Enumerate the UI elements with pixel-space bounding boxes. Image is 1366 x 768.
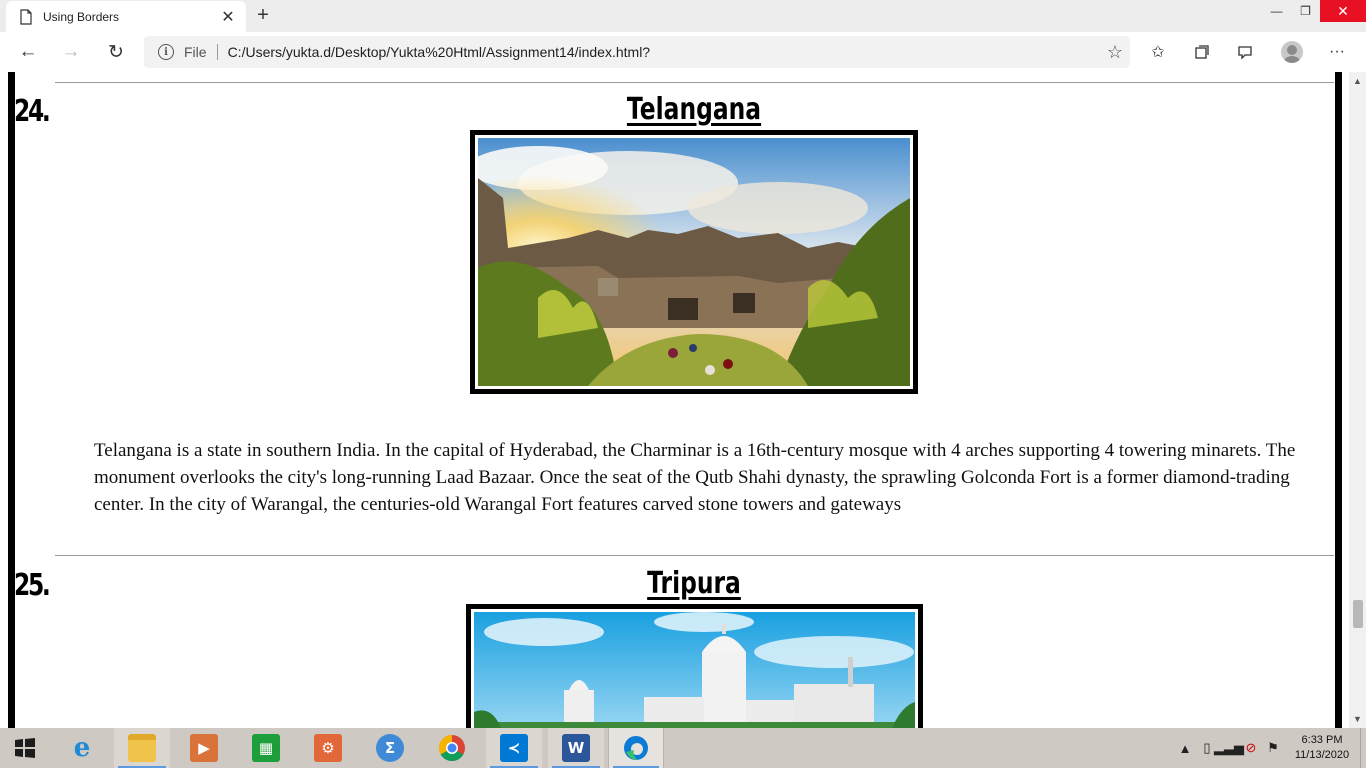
state-description: Telangana is a state in southern India. … xyxy=(94,440,1296,515)
info-icon[interactable]: i xyxy=(158,44,174,60)
action-center-flag-icon[interactable]: ⚑ xyxy=(1262,728,1284,768)
minimize-button[interactable]: — xyxy=(1262,0,1291,22)
volume-muted-icon[interactable]: ⊘ xyxy=(1240,728,1262,768)
media-icon: ▶ xyxy=(190,734,218,762)
page-scrollbar[interactable]: ▲ ▼ xyxy=(1349,72,1366,728)
back-arrow-icon[interactable]: ← xyxy=(12,36,44,68)
office-tools-app[interactable]: ⚙ xyxy=(300,728,356,768)
state-title: Telangana xyxy=(626,92,762,127)
edge-app[interactable] xyxy=(608,728,664,768)
more-icon[interactable]: ··· xyxy=(1321,36,1353,68)
browser-titlebar: Using Borders ✕ + — ❐ ✕ xyxy=(0,0,1366,32)
clock-time: 6:33 PM xyxy=(1301,734,1343,746)
vscode-icon: ≺ xyxy=(500,734,528,762)
avatar xyxy=(1281,41,1303,63)
white-palace-photo xyxy=(474,612,915,728)
state-title: Tripura xyxy=(647,566,741,601)
chrome-app[interactable] xyxy=(424,728,480,768)
collections-icon[interactable] xyxy=(1186,36,1218,68)
window-controls: — ❐ ✕ xyxy=(1262,0,1366,22)
network-icon[interactable]: ▂▃▅ xyxy=(1214,728,1244,768)
item-number: 25. xyxy=(14,568,51,603)
office-tools-icon: ⚙ xyxy=(314,734,342,762)
windows-taskbar: e ▶ ▦ ⚙ Σ ≺ W ▲ ▯ ▂▃▅ ⊘ ⚑ 6:33 PM 11/13/… xyxy=(0,728,1366,768)
clock-date: 11/13/2020 xyxy=(1294,749,1350,761)
tab-close-icon[interactable]: ✕ xyxy=(216,5,240,29)
refresh-icon[interactable]: ↻ xyxy=(100,36,132,68)
page-viewport: 24. Telangana Telangana is a state in so… xyxy=(0,72,1349,728)
internet-explorer-icon: e xyxy=(73,733,91,763)
fort-sunset-photo xyxy=(478,138,910,386)
word-app[interactable]: W xyxy=(548,728,604,768)
math-input-icon: Σ xyxy=(376,734,404,762)
start-button[interactable] xyxy=(0,728,50,768)
edge-icon xyxy=(624,736,648,760)
favorite-star-icon[interactable]: ☆ xyxy=(1100,42,1130,63)
store-app[interactable]: ▦ xyxy=(238,728,294,768)
show-desktop-button[interactable] xyxy=(1360,728,1366,768)
folder-icon xyxy=(128,734,156,762)
internet-explorer-app[interactable]: e xyxy=(54,728,110,768)
scrollbar-thumb[interactable] xyxy=(1353,600,1363,628)
feedback-icon[interactable] xyxy=(1229,36,1261,68)
palace-photo-frame xyxy=(466,604,923,728)
vscode-app[interactable]: ≺ xyxy=(486,728,542,768)
section-divider xyxy=(55,82,1334,83)
system-clock[interactable]: 6:33 PM 11/13/2020 xyxy=(1284,733,1360,763)
favorites-icon[interactable]: ✩ xyxy=(1142,36,1174,68)
tab-title: Using Borders xyxy=(43,9,120,24)
address-separator xyxy=(216,44,218,60)
browser-tab[interactable]: Using Borders ✕ xyxy=(6,1,246,32)
file-explorer-app[interactable] xyxy=(114,728,170,768)
scroll-down-icon[interactable]: ▼ xyxy=(1349,712,1366,726)
system-tray: ▲ ▯ ▂▃▅ ⊘ ⚑ 6:33 PM 11/13/2020 xyxy=(1174,728,1366,768)
media-app[interactable]: ▶ xyxy=(176,728,232,768)
profile-icon[interactable] xyxy=(1276,36,1308,68)
scheme-label: File xyxy=(184,44,207,60)
close-window-button[interactable]: ✕ xyxy=(1320,0,1366,22)
restore-button[interactable]: ❐ xyxy=(1291,0,1320,22)
fort-photo-frame xyxy=(470,130,918,394)
browser-toolbar: ← → ↻ i File C:/Users/yukta.d/Desktop/Yu… xyxy=(0,32,1366,72)
word-icon: W xyxy=(562,734,590,762)
address-bar[interactable]: i File C:/Users/yukta.d/Desktop/Yukta%20… xyxy=(144,36,1130,68)
section-divider xyxy=(55,555,1334,556)
url-text[interactable]: C:/Users/yukta.d/Desktop/Yukta%20Html/As… xyxy=(228,44,1100,60)
new-tab-button[interactable]: + xyxy=(252,4,274,26)
math-input-app[interactable]: Σ xyxy=(362,728,418,768)
item-number: 24. xyxy=(14,94,51,129)
document-icon xyxy=(20,8,32,25)
store-icon: ▦ xyxy=(252,734,280,762)
forward-arrow-icon[interactable]: → xyxy=(55,36,87,68)
scroll-up-icon[interactable]: ▲ xyxy=(1349,74,1366,88)
chrome-icon xyxy=(438,734,465,762)
windows-logo-icon xyxy=(15,738,35,758)
show-hidden-icons[interactable]: ▲ xyxy=(1174,728,1196,768)
